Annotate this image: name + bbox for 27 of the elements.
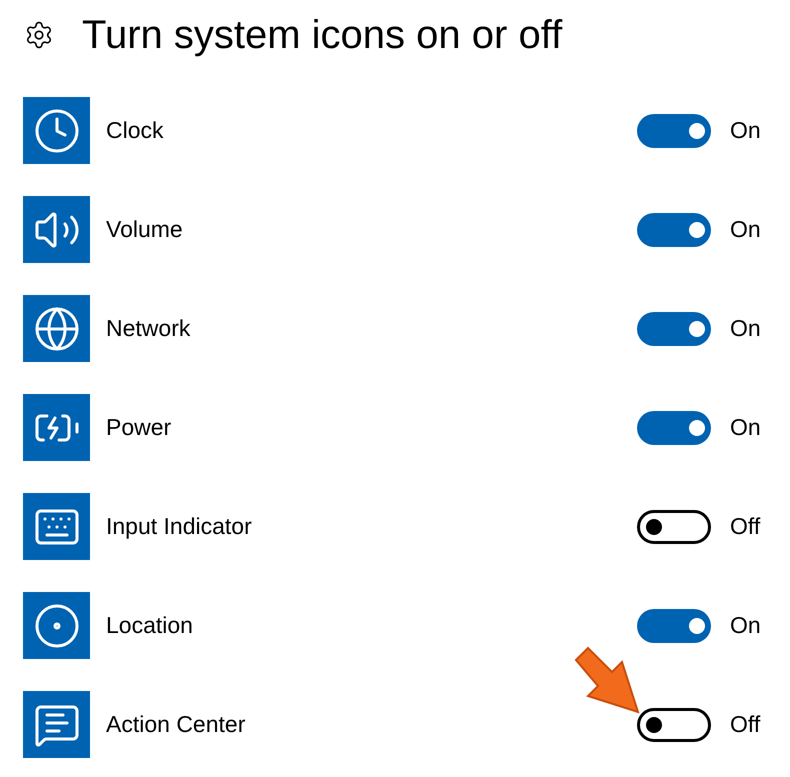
setting-label: Power [106,413,172,442]
target-icon [32,602,80,650]
toggle-state: On [730,413,761,442]
setting-label: Action Center [106,710,246,740]
toggle-state: On [730,215,761,244]
toggle-switch[interactable] [637,608,711,642]
page-title: Turn system icons on or off [82,12,562,59]
setting-label: Location [106,611,194,640]
toggle-switch[interactable] [637,708,711,742]
pointer-arrow [572,646,642,716]
globe-icon [32,304,80,352]
setting-label: Network [106,314,192,344]
setting-label: Clock [106,116,165,146]
setting-label: Input Indicator [106,512,253,542]
toggle-state: Off [730,710,760,740]
toggle-switch[interactable] [637,212,711,246]
toggle-state: On [730,611,761,640]
setting-label: Volume [106,215,184,244]
toggle-switch[interactable] [637,510,711,544]
toggle-switch[interactable] [637,312,711,346]
toggle-switch[interactable] [637,410,711,444]
toggle-state: On [730,314,761,344]
toggle-switch[interactable] [637,114,711,148]
clock-icon [32,106,80,154]
toggle-state: On [730,116,761,146]
toggle-state: Off [730,512,760,542]
settings-icon [24,20,54,50]
